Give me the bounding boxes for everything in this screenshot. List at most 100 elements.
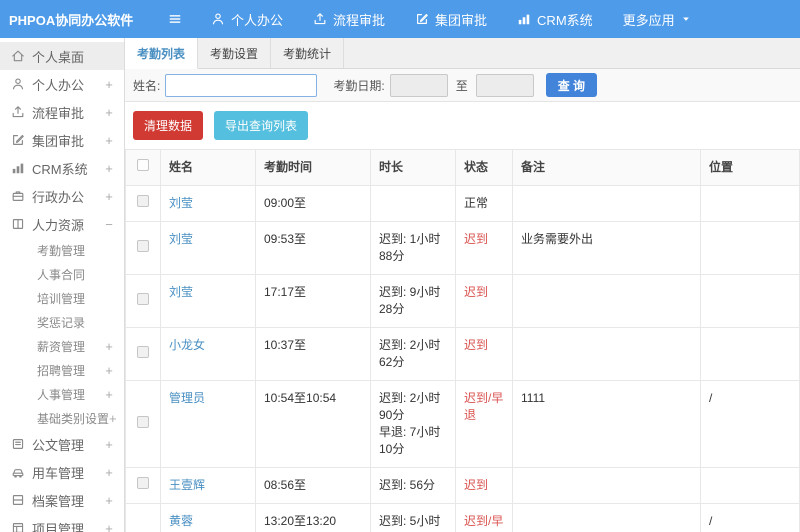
- doc-icon: [11, 437, 25, 451]
- hamburger-menu-icon[interactable]: [167, 12, 183, 26]
- sidebar-subitem[interactable]: 培训管理: [0, 286, 124, 310]
- home-icon: [11, 49, 25, 63]
- sidebar-item[interactable]: 行政办公 +: [0, 182, 124, 210]
- expand-toggle[interactable]: +: [104, 105, 114, 120]
- row-checkbox[interactable]: [137, 239, 149, 252]
- top-menu-label: 流程审批: [333, 12, 386, 28]
- row-checkbox-cell: [125, 221, 161, 275]
- status-badge: 正常: [464, 196, 489, 210]
- table-row: 刘莹 09:00至 正常: [125, 185, 800, 222]
- tab-attendance-list[interactable]: 考勤列表: [125, 38, 199, 69]
- sidebar-item[interactable]: 公文管理 +: [0, 430, 124, 458]
- note-cell: 业务需要外出: [512, 221, 701, 275]
- duration-line: 迟到: 1小时88分: [379, 232, 441, 263]
- row-checkbox[interactable]: [137, 477, 149, 489]
- name-input[interactable]: [165, 73, 318, 97]
- sidebar-item[interactable]: CRM系统 +: [0, 154, 124, 182]
- clean-data-button[interactable]: 清理数据: [133, 111, 204, 140]
- expand-toggle[interactable]: +: [104, 363, 114, 378]
- status-badge: 迟到: [464, 232, 489, 246]
- sidebar-item-label: 流程审批: [32, 105, 85, 121]
- user-icon: [211, 12, 225, 26]
- employee-name-link[interactable]: 王壹辉: [169, 478, 205, 492]
- user-icon: [11, 77, 25, 91]
- sidebar-subitem[interactable]: 基础类别设置 +: [0, 406, 124, 430]
- expand-toggle[interactable]: +: [104, 493, 114, 508]
- sidebar-item[interactable]: 人力资源 −: [0, 210, 124, 238]
- table-row: 刘莹 17:17至 迟到: 9小时28分 迟到: [125, 274, 800, 328]
- sidebar-subitem[interactable]: 奖惩记录: [0, 310, 124, 334]
- table-row: 小龙女 10:37至 迟到: 2小时62分 迟到: [125, 327, 800, 381]
- expand-toggle[interactable]: +: [104, 339, 114, 354]
- name-cell: 小龙女: [160, 327, 256, 381]
- employee-name-link[interactable]: 刘莹: [169, 232, 193, 246]
- top-menu-item[interactable]: 个人办公: [211, 10, 283, 29]
- expand-toggle[interactable]: +: [109, 411, 117, 426]
- employee-name-link[interactable]: 刘莹: [169, 196, 193, 210]
- row-checkbox[interactable]: [137, 292, 149, 305]
- employee-name-link[interactable]: 黄蓉: [169, 514, 193, 528]
- expand-toggle[interactable]: +: [104, 189, 114, 204]
- action-bar: 清理数据 导出查询列表: [125, 102, 800, 149]
- app-window: PHPOA协同办公软件 个人办公 流程审批 集团审批 CRM系统 更多应用 个人桌面 个人…: [0, 0, 800, 532]
- table-body: 刘莹 09:00至 正常 刘莹 09:53至 迟到: 1小时88分 迟到 业务需要外出 刘莹 17…: [125, 185, 800, 532]
- sidebar-subitem[interactable]: 招聘管理 +: [0, 358, 124, 382]
- sidebar-subitem[interactable]: 人事管理 +: [0, 382, 124, 406]
- note-cell: [512, 503, 701, 532]
- tab-bar: 考勤列表 考勤设置 考勤统计: [125, 38, 800, 69]
- sidebar-item[interactable]: 流程审批 +: [0, 98, 124, 126]
- sidebar-subitem-label: 人事合同: [37, 267, 86, 282]
- expand-toggle[interactable]: −: [104, 217, 114, 232]
- row-checkbox[interactable]: [137, 345, 149, 358]
- sidebar-subitem[interactable]: 人事合同: [0, 262, 124, 286]
- date-start-input[interactable]: [389, 73, 448, 97]
- expand-toggle[interactable]: +: [104, 437, 114, 452]
- expand-toggle[interactable]: +: [104, 133, 114, 148]
- select-all-checkbox[interactable]: [137, 159, 149, 171]
- sidebar-item[interactable]: 个人办公 +: [0, 70, 124, 98]
- sidebar-submenu: 考勤管理 人事合同 培训管理 奖惩记录 薪资管理 + 招聘管理 + 人事管理 + 基础类别设置 +: [0, 238, 124, 430]
- location-cell: [700, 221, 800, 275]
- expand-toggle[interactable]: +: [104, 521, 114, 532]
- top-menu-item[interactable]: CRM系统: [517, 10, 593, 29]
- expand-toggle[interactable]: +: [104, 161, 114, 176]
- top-menu-item[interactable]: 集团审批: [415, 10, 487, 29]
- status-badge: 迟到: [464, 338, 489, 352]
- sidebar-subitem[interactable]: 薪资管理 +: [0, 334, 124, 358]
- row-checkbox[interactable]: [137, 415, 149, 428]
- sidebar-subitem-label: 招聘管理: [37, 363, 86, 378]
- expand-toggle[interactable]: +: [104, 465, 114, 480]
- employee-name-link[interactable]: 小龙女: [169, 338, 205, 352]
- project-icon: [11, 521, 25, 532]
- employee-name-link[interactable]: 管理员: [169, 391, 205, 405]
- row-checkbox[interactable]: [137, 195, 149, 207]
- sidebar-subitem[interactable]: 考勤管理: [0, 238, 124, 262]
- name-cell: 黄蓉: [160, 503, 256, 532]
- sidebar-item[interactable]: 个人桌面: [0, 42, 124, 70]
- tab-attendance-settings[interactable]: 考勤设置: [198, 38, 272, 68]
- table-row: 王壹辉 08:56至 迟到: 56分 迟到: [125, 467, 800, 504]
- sidebar-item[interactable]: 集团审批 +: [0, 126, 124, 154]
- top-menu-item[interactable]: 流程审批: [313, 10, 385, 29]
- employee-name-link[interactable]: 刘莹: [169, 285, 193, 299]
- row-checkbox-cell: [125, 274, 161, 328]
- table-row: 管理员 10:54至10:54 迟到: 2小时90分 早退: 7小时10分 迟到/早退 1…: [125, 380, 800, 468]
- expand-toggle[interactable]: +: [104, 387, 114, 402]
- sidebar-item[interactable]: 用车管理 +: [0, 458, 124, 486]
- export-list-button[interactable]: 导出查询列表: [214, 111, 309, 140]
- caret-down-icon: [681, 14, 691, 24]
- archive-icon: [11, 493, 25, 507]
- sidebar-item-label: 公文管理: [32, 437, 85, 453]
- top-menu-item[interactable]: 更多应用: [623, 10, 691, 29]
- sidebar-item[interactable]: 项目管理 +: [0, 514, 124, 532]
- date-end-input[interactable]: [475, 73, 534, 97]
- sidebar-item[interactable]: 档案管理 +: [0, 486, 124, 514]
- location-cell: [700, 467, 800, 504]
- topbar: PHPOA协同办公软件 个人办公 流程审批 集团审批 CRM系统 更多应用: [0, 0, 800, 38]
- expand-toggle[interactable]: +: [104, 77, 114, 92]
- sidebar-item-label: 个人桌面: [32, 49, 85, 65]
- status-cell: 迟到: [455, 274, 513, 328]
- tab-attendance-stats[interactable]: 考勤统计: [271, 38, 345, 68]
- search-button[interactable]: 查 询: [545, 73, 598, 97]
- chart-icon: [11, 161, 25, 175]
